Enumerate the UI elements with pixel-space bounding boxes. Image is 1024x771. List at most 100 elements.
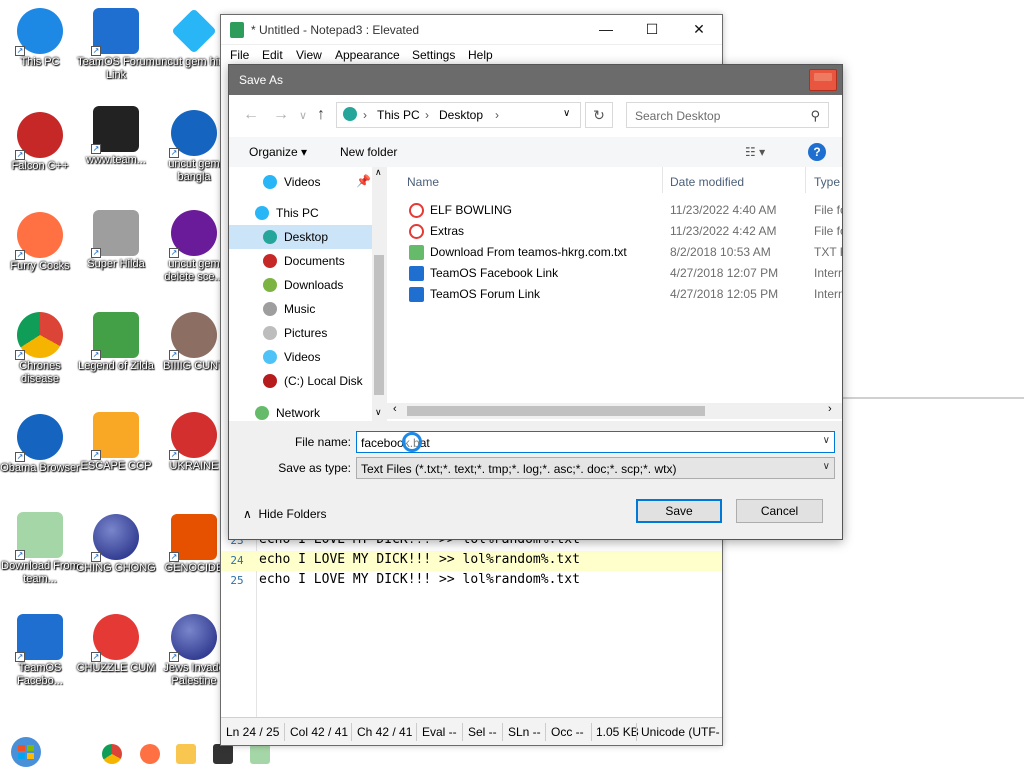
maximize-button[interactable]: ☐: [629, 15, 675, 45]
mahjong-icon: ↗: [91, 412, 139, 460]
menu-settings[interactable]: Settings: [412, 48, 455, 62]
address-bar[interactable]: › This PC › Desktop › ∨: [336, 102, 581, 128]
back-arrow-icon[interactable]: ←: [243, 106, 259, 124]
horizontal-scrollbar[interactable]: ‹ ›: [387, 403, 842, 419]
scroll-up-icon[interactable]: ∧: [375, 167, 382, 178]
desktop-icon-super-hilda[interactable]: ↗ Super Hilda: [76, 210, 156, 271]
tree-item-documents[interactable]: Documents: [229, 249, 372, 273]
organize-button[interactable]: Organize ▾: [249, 145, 307, 159]
save-type-select[interactable]: Text Files (*.txt;*. text;*. tmp;*. log;…: [356, 457, 835, 479]
desktop-icon-falcon[interactable]: ↗ Falcon C++: [0, 112, 80, 173]
tree-item-local-disk[interactable]: (C:) Local Disk: [229, 369, 372, 393]
navigation-pane: Videos 📌 This PC Desktop Documents Downl…: [229, 167, 372, 421]
status-column: Col 42 / 41: [290, 725, 349, 739]
scroll-right-icon[interactable]: ›: [828, 403, 832, 415]
desktop-icon-this-pc[interactable]: ↗ This PC: [0, 8, 80, 69]
address-dropdown-icon[interactable]: ∨: [563, 108, 570, 119]
desktop-icon-furry[interactable]: ↗ Furry Cocks: [0, 212, 80, 273]
help-icon[interactable]: ?: [808, 143, 826, 161]
videos-icon: [263, 175, 277, 189]
gear-icon: ↗: [91, 8, 139, 56]
file-name-label: File name:: [294, 435, 351, 449]
tree-item-network[interactable]: Network: [229, 401, 372, 421]
file-row[interactable]: TeamOS Facebook Link 4/27/2018 12:07 PM …: [387, 263, 842, 284]
start-button[interactable]: [8, 736, 44, 768]
taskbar-cmd-icon[interactable]: [213, 744, 233, 764]
taskbar-explorer-icon[interactable]: [176, 744, 196, 764]
close-button[interactable]: ✕: [676, 15, 722, 45]
desktop-icon-teamos-forum[interactable]: ↗ TeamOS Forum Link: [76, 8, 156, 82]
pictures-icon: [263, 326, 277, 340]
tree-item-pictures[interactable]: Pictures: [229, 321, 372, 345]
desktop-icon-teamos-facebook[interactable]: ↗ TeamOS Facebo...: [0, 614, 80, 688]
diamond-icon: [171, 8, 217, 54]
desktop-icon-legend-zilda[interactable]: ↗ Legend of Zilda: [76, 312, 156, 373]
recent-chevron-icon[interactable]: ∨: [299, 109, 307, 122]
desktop-icon-chuzzle[interactable]: ↗ CHUZZLE CUM: [76, 614, 156, 675]
file-row[interactable]: Extras 11/23/2022 4:42 AM File fo: [387, 221, 842, 242]
menu-help[interactable]: Help: [468, 48, 493, 62]
new-folder-button[interactable]: New folder: [340, 145, 397, 159]
file-row[interactable]: Download From teamos-hkrg.com.txt 8/2/20…: [387, 242, 842, 263]
gear-icon: [409, 266, 424, 281]
desktop-icon-chrones[interactable]: ↗ Chrones disease: [0, 312, 80, 386]
desktop-icon-obama[interactable]: ↗ Obama Browser: [0, 414, 80, 475]
taskbar-notepad-icon[interactable]: [250, 744, 270, 764]
tree-item-music[interactable]: Music: [229, 297, 372, 321]
up-arrow-icon[interactable]: ↑: [317, 106, 325, 124]
breadcrumb-desktop[interactable]: Desktop: [439, 108, 483, 122]
scroll-left-icon[interactable]: ‹: [393, 403, 397, 415]
status-line: Ln 24 / 25: [226, 725, 280, 739]
dialog-close-button[interactable]: [809, 69, 837, 91]
bowling-icon: [409, 203, 424, 218]
tree-item-downloads[interactable]: Downloads: [229, 273, 372, 297]
scrollbar-thumb[interactable]: [374, 255, 384, 395]
cancel-button[interactable]: Cancel: [736, 499, 823, 523]
column-name[interactable]: Name: [387, 167, 663, 193]
tree-item-videos[interactable]: Videos: [229, 345, 372, 369]
forward-arrow-icon[interactable]: →: [273, 106, 289, 124]
taskbar-firefox-icon[interactable]: [140, 744, 160, 764]
scrollbar-thumb[interactable]: [407, 406, 705, 416]
tree-item-this-pc[interactable]: This PC: [229, 201, 372, 225]
chevron-down-icon[interactable]: ∨: [823, 435, 830, 446]
desktop-icon-ching-chong[interactable]: ↗ CHING CHONG: [76, 514, 156, 575]
breadcrumb-this-pc[interactable]: This PC: [377, 108, 420, 122]
code-line[interactable]: 25 echo I LOVE MY DICK!!! >> lol%random%…: [221, 571, 722, 591]
desktop-icon-www-team[interactable]: ↗ www.team...: [76, 106, 156, 167]
minimize-button[interactable]: —: [583, 15, 629, 45]
menu-appearance[interactable]: Appearance: [335, 48, 400, 62]
desktop-icon-escape-ccp[interactable]: ↗ ESCAPE CCP: [76, 412, 156, 473]
save-button[interactable]: Save: [636, 499, 722, 523]
refresh-icon[interactable]: ↻: [585, 102, 613, 128]
file-name-input[interactable]: facebook.bat ∨: [356, 431, 835, 453]
chuzzle-icon: ↗: [91, 614, 139, 662]
code-line-current[interactable]: 24 echo I LOVE MY DICK!!! >> lol%random%…: [221, 551, 722, 571]
desktop-icon-download-txt[interactable]: ↗ Download From team...: [0, 512, 80, 586]
column-date-modified[interactable]: Date modified: [663, 167, 806, 193]
taskbar-chrome-icon[interactable]: [102, 744, 122, 764]
column-type[interactable]: Type: [806, 167, 842, 193]
status-encoding[interactable]: Unicode (UTF-: [641, 725, 720, 739]
search-input[interactable]: Search Desktop ⚲: [626, 102, 829, 128]
menu-bar: File Edit View Appearance Settings Help: [221, 45, 722, 65]
menu-view[interactable]: View: [296, 48, 322, 62]
navigation-scrollbar[interactable]: ∧ ∨: [372, 167, 386, 421]
status-occurrences: Occ --: [551, 725, 584, 739]
notepad-file-icon: ↗: [15, 512, 63, 560]
navigation-bar: ← → ∨ ↑ › This PC › Desktop › ∨ ↻ Search…: [229, 95, 842, 137]
file-row[interactable]: ELF BOWLING 11/23/2022 4:40 AM File fo: [387, 200, 842, 221]
chrome-icon: ↗: [15, 312, 63, 360]
hide-folders-button[interactable]: ∧ Hide Folders: [243, 507, 327, 521]
file-row[interactable]: TeamOS Forum Link 4/27/2018 12:05 PM Int…: [387, 284, 842, 305]
menu-file[interactable]: File: [230, 48, 249, 62]
documents-icon: [263, 254, 277, 268]
file-list: Name Date modified Type ELF BOWLING 11/2…: [387, 167, 842, 421]
tree-item-videos-quick[interactable]: Videos 📌: [229, 170, 372, 194]
scroll-down-icon[interactable]: ∨: [375, 407, 382, 418]
window-title: * Untitled - Notepad3 : Elevated: [251, 23, 420, 37]
tree-item-desktop[interactable]: Desktop: [229, 225, 372, 249]
menu-edit[interactable]: Edit: [262, 48, 283, 62]
desktop-icon: [263, 230, 277, 244]
view-options-icon[interactable]: ☷ ▾: [745, 145, 765, 159]
